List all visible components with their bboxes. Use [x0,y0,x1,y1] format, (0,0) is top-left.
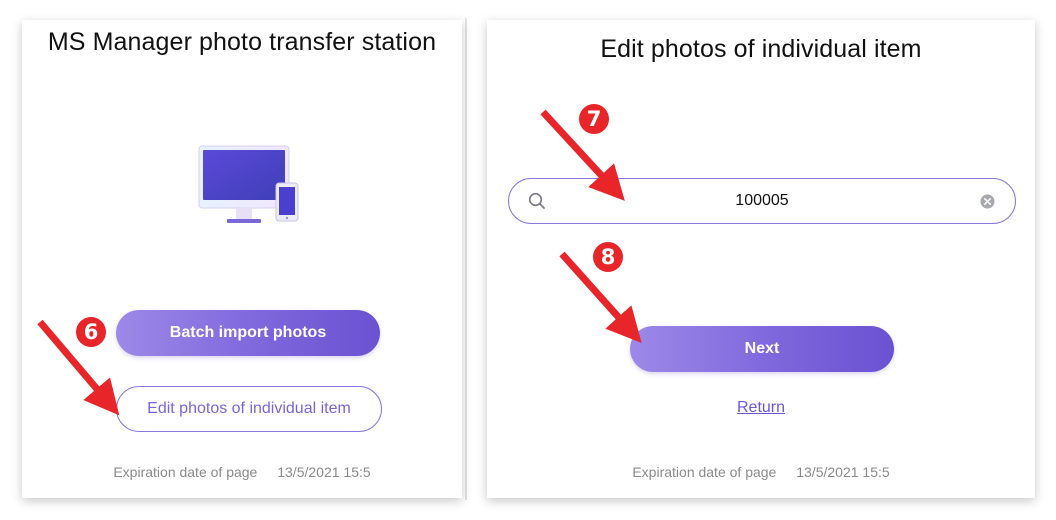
expiration-date: 13/5/2021 15:5 [796,464,890,480]
page-title: Edit photos of individual item [600,35,922,63]
step-7-marker: 7 [579,104,609,134]
step-6-marker: 6 [76,317,106,347]
expiration-label: Expiration date of page [632,464,777,480]
page-title: MS Manager photo transfer station [47,28,437,56]
panel-divider [465,18,467,500]
right-panel: Edit photos of individual item Next Retu… [487,20,1035,498]
clear-icon[interactable] [980,194,995,209]
search-input[interactable] [569,188,955,214]
computer-phone-illustration [198,145,299,223]
search-icon [528,192,545,209]
expiration-label: Expiration date of page [113,464,258,480]
return-link[interactable]: Return [487,399,1035,417]
expiration-date: 13/5/2021 15:5 [277,464,371,480]
step-8-marker: 8 [593,242,623,272]
left-panel: MS Manager photo transfer station Batch … [22,20,462,498]
edit-individual-item-button[interactable]: Edit photos of individual item [116,386,382,432]
expiration-footer: Expiration date of page 13/5/2021 15:5 [22,464,462,480]
expiration-footer: Expiration date of page 13/5/2021 15:5 [487,464,1035,480]
next-button[interactable]: Next [630,326,894,372]
batch-import-button[interactable]: Batch import photos [116,310,380,356]
search-box[interactable] [508,178,1016,224]
